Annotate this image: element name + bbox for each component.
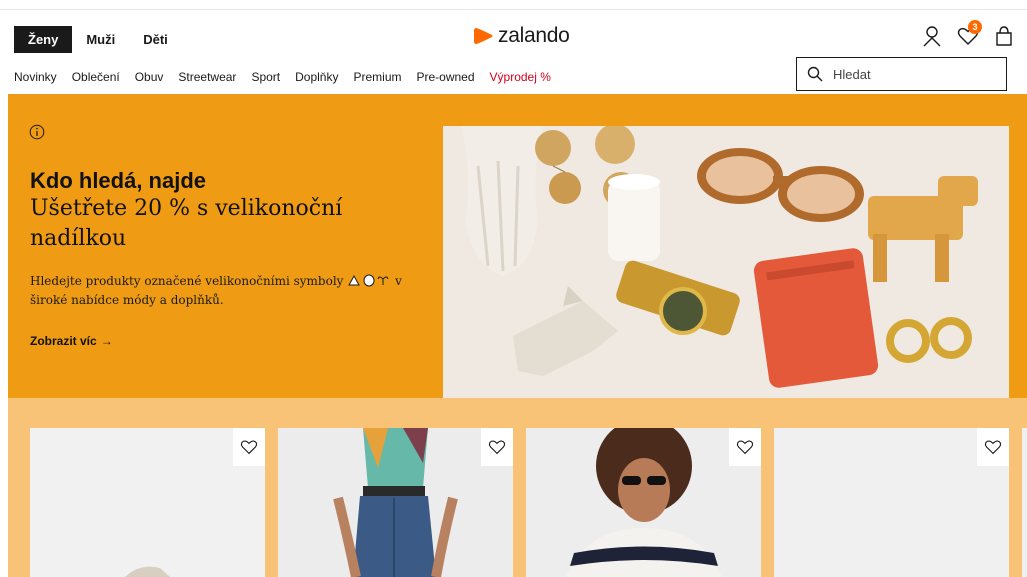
hero-image[interactable]: [443, 126, 1009, 398]
easter-symbols-icon: [348, 274, 389, 287]
nav-sale[interactable]: Výprodej %: [490, 70, 551, 84]
category-nav: Novinky Oblečení Obuv Streetwear Sport D…: [14, 70, 566, 84]
nav-doplnky[interactable]: Doplňky: [295, 70, 338, 84]
gender-tabs: Ženy Muži Děti: [14, 26, 182, 53]
add-to-wishlist-button[interactable]: [729, 428, 761, 466]
hero-title: Kdo hledá, najde: [30, 168, 207, 193]
product-card-5-partial[interactable]: [1022, 428, 1027, 577]
search-input[interactable]: [831, 65, 995, 83]
bag-button[interactable]: [993, 23, 1015, 49]
nav-obleceni[interactable]: Oblečení: [72, 70, 120, 84]
info-icon[interactable]: [29, 124, 45, 140]
nav-obuv[interactable]: Obuv: [135, 70, 164, 84]
product-card-4[interactable]: [774, 428, 1009, 577]
logo[interactable]: zalando: [472, 24, 570, 48]
product-card-3[interactable]: [526, 428, 761, 577]
product-card-1[interactable]: [30, 428, 265, 577]
tab-women[interactable]: Ženy: [14, 26, 73, 53]
nav-novinky[interactable]: Novinky: [14, 70, 57, 84]
user-icon: [923, 26, 941, 47]
nav-pre-owned[interactable]: Pre-owned: [417, 70, 475, 84]
product-image: [566, 428, 722, 577]
logo-text: zalando: [498, 24, 570, 47]
add-to-wishlist-button[interactable]: [233, 428, 265, 466]
search-icon: [807, 66, 823, 82]
bag-icon: [996, 26, 1012, 46]
hero-subtitle: Ušetřete 20 % s velikonoční nadílkou: [30, 196, 343, 251]
tab-men[interactable]: Muži: [72, 26, 129, 53]
wishlist-count-badge: 3: [968, 20, 982, 34]
hero-banner: Kdo hledá, najde Ušetřete 20 % s velikon…: [8, 94, 1027, 398]
product-image: [333, 428, 458, 577]
add-to-wishlist-button[interactable]: [481, 428, 513, 466]
account-button[interactable]: [921, 23, 943, 49]
product-card-2[interactable]: [278, 428, 513, 577]
add-to-wishlist-button[interactable]: [977, 428, 1009, 466]
top-divider: [0, 9, 1027, 10]
wishlist-button[interactable]: 3: [957, 20, 982, 49]
product-image: [125, 566, 170, 577]
nav-streetwear[interactable]: Streetwear: [178, 70, 236, 84]
arrow-right-icon: →: [100, 334, 113, 348]
hero-description: Hledejte produkty označené velikonočními…: [30, 272, 430, 310]
heart-icon: [736, 440, 754, 455]
nav-premium[interactable]: Premium: [353, 70, 401, 84]
heart-icon: [488, 440, 506, 455]
show-more-link[interactable]: Zobrazit víc →: [30, 334, 113, 348]
hero-description-start: Hledejte produkty označené velikonočními…: [30, 274, 344, 288]
search-box[interactable]: [796, 57, 1007, 91]
zalando-logo-icon: [474, 28, 493, 44]
nav-sport[interactable]: Sport: [251, 70, 280, 84]
heart-icon: [240, 440, 258, 455]
header-icons: 3: [921, 20, 1015, 49]
heart-icon: [984, 440, 1002, 455]
show-more-label: Zobrazit víc: [30, 334, 97, 348]
tab-kids[interactable]: Děti: [129, 26, 182, 53]
